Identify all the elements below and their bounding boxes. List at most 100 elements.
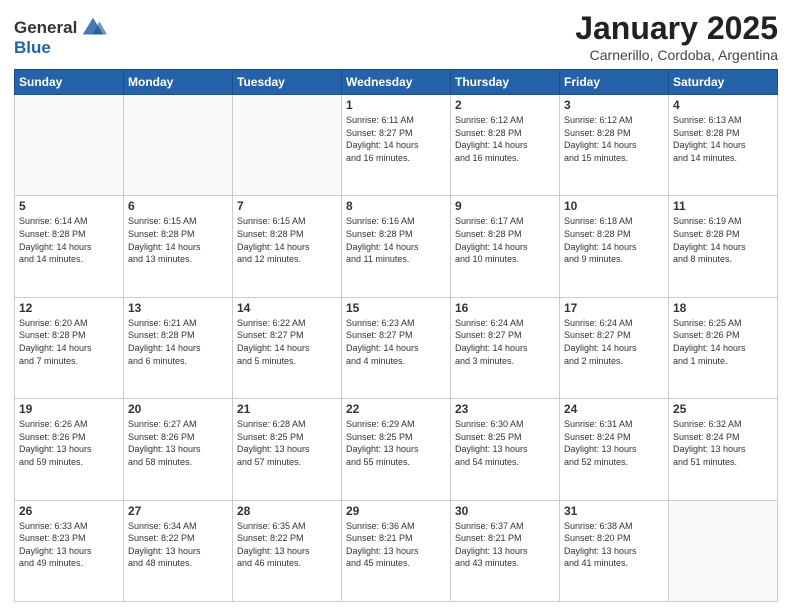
weekday-header-thursday: Thursday xyxy=(451,70,560,95)
day-number: 9 xyxy=(455,199,555,213)
day-info: Sunrise: 6:34 AM Sunset: 8:22 PM Dayligh… xyxy=(128,520,228,570)
day-info: Sunrise: 6:36 AM Sunset: 8:21 PM Dayligh… xyxy=(346,520,446,570)
day-info: Sunrise: 6:11 AM Sunset: 8:27 PM Dayligh… xyxy=(346,114,446,164)
logo-general: General xyxy=(14,18,77,38)
day-info: Sunrise: 6:33 AM Sunset: 8:23 PM Dayligh… xyxy=(19,520,119,570)
calendar-cell: 25Sunrise: 6:32 AM Sunset: 8:24 PM Dayli… xyxy=(669,399,778,500)
logo: General Blue xyxy=(14,14,107,58)
calendar-cell: 8 Sunrise: 6:16 AM Sunset: 8:28 PM Daylig… xyxy=(342,196,451,297)
calendar-cell: 17 Sunrise: 6:24 AM Sunset: 8:27 PM Dayli… xyxy=(560,297,669,398)
day-number: 8 xyxy=(346,199,446,213)
day-info: Sunrise: 6:24 AM Sunset: 8:27 PM Dayligh… xyxy=(564,317,664,367)
calendar-cell: 12 Sunrise: 6:20 AM Sunset: 8:28 PM Dayli… xyxy=(15,297,124,398)
day-info: Sunrise: 6:22 AM Sunset: 8:27 PM Dayligh… xyxy=(237,317,337,367)
calendar-cell xyxy=(233,95,342,196)
day-number: 15 xyxy=(346,301,446,315)
weekday-header-wednesday: Wednesday xyxy=(342,70,451,95)
week-row-3: 19Sunrise: 6:26 AM Sunset: 8:26 PM Dayli… xyxy=(15,399,778,500)
calendar-cell: 30 Sunrise: 6:37 AM Sunset: 8:21 PM Dayli… xyxy=(451,500,560,601)
calendar-cell: 9 Sunrise: 6:17 AM Sunset: 8:28 PM Daylig… xyxy=(451,196,560,297)
day-number: 10 xyxy=(564,199,664,213)
calendar-cell: 5Sunrise: 6:14 AM Sunset: 8:28 PM Daylig… xyxy=(15,196,124,297)
day-number: 21 xyxy=(237,402,337,416)
calendar-cell: 15Sunrise: 6:23 AM Sunset: 8:27 PM Dayli… xyxy=(342,297,451,398)
calendar-cell: 16 Sunrise: 6:24 AM Sunset: 8:27 PM Dayli… xyxy=(451,297,560,398)
calendar-cell: 1 Sunrise: 6:11 AM Sunset: 8:27 PM Daylig… xyxy=(342,95,451,196)
day-number: 3 xyxy=(564,98,664,112)
day-number: 7 xyxy=(237,199,337,213)
weekday-header-monday: Monday xyxy=(124,70,233,95)
page: General Blue January 2025 Carnerillo, Co… xyxy=(0,0,792,612)
day-info: Sunrise: 6:16 AM Sunset: 8:28 PM Dayligh… xyxy=(346,215,446,265)
calendar-cell: 3 Sunrise: 6:12 AM Sunset: 8:28 PM Daylig… xyxy=(560,95,669,196)
day-number: 17 xyxy=(564,301,664,315)
day-number: 28 xyxy=(237,504,337,518)
title-block: January 2025 Carnerillo, Cordoba, Argent… xyxy=(575,10,778,63)
day-number: 20 xyxy=(128,402,228,416)
day-number: 4 xyxy=(673,98,773,112)
day-number: 23 xyxy=(455,402,555,416)
weekday-header-friday: Friday xyxy=(560,70,669,95)
calendar-cell xyxy=(15,95,124,196)
day-info: Sunrise: 6:25 AM Sunset: 8:26 PM Dayligh… xyxy=(673,317,773,367)
day-info: Sunrise: 6:26 AM Sunset: 8:26 PM Dayligh… xyxy=(19,418,119,468)
day-info: Sunrise: 6:18 AM Sunset: 8:28 PM Dayligh… xyxy=(564,215,664,265)
calendar-cell: 26 Sunrise: 6:33 AM Sunset: 8:23 PM Dayli… xyxy=(15,500,124,601)
day-info: Sunrise: 6:15 AM Sunset: 8:28 PM Dayligh… xyxy=(128,215,228,265)
day-info: Sunrise: 6:37 AM Sunset: 8:21 PM Dayligh… xyxy=(455,520,555,570)
day-number: 27 xyxy=(128,504,228,518)
weekday-header-sunday: Sunday xyxy=(15,70,124,95)
logo-icon xyxy=(79,14,107,42)
calendar-cell: 31 Sunrise: 6:38 AM Sunset: 8:20 PM Dayli… xyxy=(560,500,669,601)
day-info: Sunrise: 6:19 AM Sunset: 8:28 PM Dayligh… xyxy=(673,215,773,265)
calendar-table: SundayMondayTuesdayWednesdayThursdayFrid… xyxy=(14,69,778,602)
calendar-cell: 22 Sunrise: 6:29 AM Sunset: 8:25 PM Dayli… xyxy=(342,399,451,500)
calendar-cell: 24Sunrise: 6:31 AM Sunset: 8:24 PM Dayli… xyxy=(560,399,669,500)
day-number: 16 xyxy=(455,301,555,315)
week-row-1: 5Sunrise: 6:14 AM Sunset: 8:28 PM Daylig… xyxy=(15,196,778,297)
day-number: 29 xyxy=(346,504,446,518)
weekday-header-row: SundayMondayTuesdayWednesdayThursdayFrid… xyxy=(15,70,778,95)
weekday-header-saturday: Saturday xyxy=(669,70,778,95)
day-info: Sunrise: 6:38 AM Sunset: 8:20 PM Dayligh… xyxy=(564,520,664,570)
day-number: 12 xyxy=(19,301,119,315)
calendar-cell: 6 Sunrise: 6:15 AM Sunset: 8:28 PM Daylig… xyxy=(124,196,233,297)
header: General Blue January 2025 Carnerillo, Co… xyxy=(14,10,778,63)
day-number: 11 xyxy=(673,199,773,213)
calendar-cell: 7Sunrise: 6:15 AM Sunset: 8:28 PM Daylig… xyxy=(233,196,342,297)
day-info: Sunrise: 6:30 AM Sunset: 8:25 PM Dayligh… xyxy=(455,418,555,468)
calendar-cell: 21 Sunrise: 6:28 AM Sunset: 8:25 PM Dayli… xyxy=(233,399,342,500)
calendar-cell: 23 Sunrise: 6:30 AM Sunset: 8:25 PM Dayli… xyxy=(451,399,560,500)
calendar-subtitle: Carnerillo, Cordoba, Argentina xyxy=(575,47,778,63)
day-info: Sunrise: 6:17 AM Sunset: 8:28 PM Dayligh… xyxy=(455,215,555,265)
calendar-cell: 18Sunrise: 6:25 AM Sunset: 8:26 PM Dayli… xyxy=(669,297,778,398)
week-row-4: 26 Sunrise: 6:33 AM Sunset: 8:23 PM Dayli… xyxy=(15,500,778,601)
day-info: Sunrise: 6:12 AM Sunset: 8:28 PM Dayligh… xyxy=(564,114,664,164)
day-info: Sunrise: 6:29 AM Sunset: 8:25 PM Dayligh… xyxy=(346,418,446,468)
day-number: 14 xyxy=(237,301,337,315)
day-info: Sunrise: 6:20 AM Sunset: 8:28 PM Dayligh… xyxy=(19,317,119,367)
day-info: Sunrise: 6:14 AM Sunset: 8:28 PM Dayligh… xyxy=(19,215,119,265)
day-number: 30 xyxy=(455,504,555,518)
day-number: 31 xyxy=(564,504,664,518)
day-number: 22 xyxy=(346,402,446,416)
day-info: Sunrise: 6:27 AM Sunset: 8:26 PM Dayligh… xyxy=(128,418,228,468)
day-number: 6 xyxy=(128,199,228,213)
day-number: 25 xyxy=(673,402,773,416)
calendar-cell: 4 Sunrise: 6:13 AM Sunset: 8:28 PM Daylig… xyxy=(669,95,778,196)
day-info: Sunrise: 6:13 AM Sunset: 8:28 PM Dayligh… xyxy=(673,114,773,164)
day-info: Sunrise: 6:24 AM Sunset: 8:27 PM Dayligh… xyxy=(455,317,555,367)
day-info: Sunrise: 6:21 AM Sunset: 8:28 PM Dayligh… xyxy=(128,317,228,367)
day-number: 26 xyxy=(19,504,119,518)
calendar-cell: 13 Sunrise: 6:21 AM Sunset: 8:28 PM Dayli… xyxy=(124,297,233,398)
calendar-cell: 27 Sunrise: 6:34 AM Sunset: 8:22 PM Dayli… xyxy=(124,500,233,601)
day-number: 13 xyxy=(128,301,228,315)
day-info: Sunrise: 6:28 AM Sunset: 8:25 PM Dayligh… xyxy=(237,418,337,468)
calendar-cell: 2Sunrise: 6:12 AM Sunset: 8:28 PM Daylig… xyxy=(451,95,560,196)
day-number: 1 xyxy=(346,98,446,112)
calendar-cell: 29 Sunrise: 6:36 AM Sunset: 8:21 PM Dayli… xyxy=(342,500,451,601)
calendar-title: January 2025 xyxy=(575,10,778,47)
weekday-header-tuesday: Tuesday xyxy=(233,70,342,95)
calendar-cell: 20 Sunrise: 6:27 AM Sunset: 8:26 PM Dayli… xyxy=(124,399,233,500)
calendar-cell: 28Sunrise: 6:35 AM Sunset: 8:22 PM Dayli… xyxy=(233,500,342,601)
